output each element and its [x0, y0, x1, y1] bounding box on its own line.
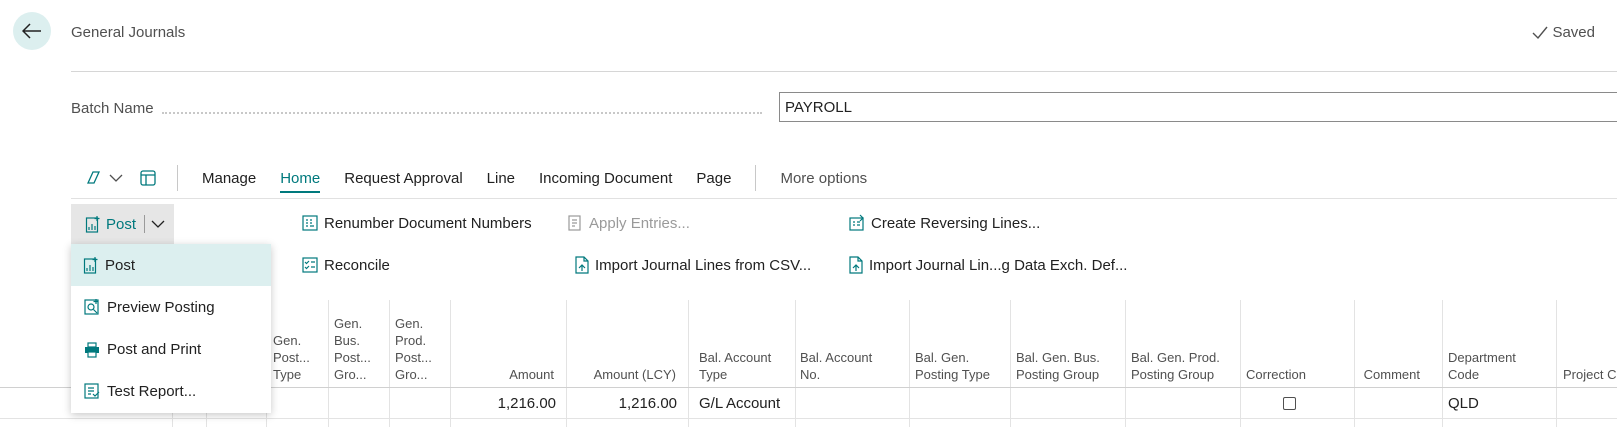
- post-split-button: Post: [71, 204, 174, 244]
- grid-line: [328, 300, 329, 427]
- arrow-left-icon: [22, 23, 41, 39]
- post-menu-toggle[interactable]: [151, 204, 165, 244]
- reconcile-label: Reconcile: [324, 256, 390, 274]
- checklist-icon: [302, 257, 318, 273]
- menu-item-test-report[interactable]: Test Report...: [71, 370, 271, 412]
- grid-line: [1442, 300, 1443, 427]
- column-header-bal-account-no[interactable]: Bal. Account No.: [800, 349, 872, 383]
- chevron-down-icon: [151, 220, 165, 228]
- apply-entries-button[interactable]: Apply Entries...: [566, 214, 690, 232]
- column-header-bal-gen-prod-posting-group[interactable]: Bal. Gen. Prod. Posting Group: [1131, 349, 1220, 383]
- cell-amount[interactable]: 1,216.00: [456, 395, 556, 412]
- menu-item-preview-posting[interactable]: Preview Posting: [71, 286, 271, 328]
- column-header-bal-gen-posting-type[interactable]: Bal. Gen. Posting Type: [915, 349, 990, 383]
- menu-page[interactable]: Page: [684, 170, 743, 187]
- apply-entries-icon: [568, 215, 581, 231]
- column-header-correction[interactable]: Correction: [1246, 366, 1306, 383]
- grid-line: [1125, 300, 1126, 427]
- column-header-bal-account-type[interactable]: Bal. Account Type: [699, 349, 771, 383]
- cell-department-code[interactable]: QLD: [1448, 395, 1479, 412]
- test-report-icon: [84, 383, 100, 399]
- import-file-icon: [575, 256, 589, 274]
- grid-line: [688, 300, 689, 427]
- copilot-menu-button[interactable]: [71, 160, 131, 196]
- import-data-exch-label: Import Journal Lin...g Data Exch. Def...: [869, 256, 1128, 274]
- print-icon: [85, 342, 99, 358]
- column-header-department-code[interactable]: Department Code: [1448, 349, 1516, 383]
- reversing-lines-icon: [849, 214, 864, 231]
- column-header-comment[interactable]: Comment: [1360, 366, 1420, 383]
- cell-bal-account-type[interactable]: G/L Account: [699, 395, 780, 412]
- grid-line: [566, 300, 567, 427]
- import-journal-lines-data-exch-button[interactable]: Import Journal Lin...g Data Exch. Def...: [848, 256, 1127, 274]
- reconcile-button[interactable]: Reconcile: [301, 256, 390, 274]
- grid-line: [389, 300, 390, 427]
- column-header-amount-lcy[interactable]: Amount (LCY): [572, 366, 676, 383]
- menu-line[interactable]: Line: [475, 170, 527, 187]
- column-header-gen-posting-type[interactable]: Gen. Post... Type: [273, 332, 310, 383]
- action-bar: Manage Home Request Approval Line Incomi…: [71, 160, 1617, 196]
- layout-icon: [140, 170, 156, 186]
- renumber-label: Renumber Document Numbers: [324, 214, 532, 232]
- post-button-label: Post: [106, 215, 137, 233]
- preview-icon: [84, 299, 99, 315]
- menu-home[interactable]: Home: [268, 170, 332, 193]
- batch-name-label: Batch Name: [71, 100, 154, 117]
- menu-item-post[interactable]: Post: [71, 244, 271, 286]
- import-file-icon: [849, 256, 863, 274]
- menu-request-approval[interactable]: Request Approval: [332, 170, 474, 187]
- create-reversing-lines-button[interactable]: Create Reversing Lines...: [848, 214, 1040, 232]
- grid-line: [909, 300, 910, 427]
- post-dropdown-menu: Post Preview Posting Post and Print Test…: [71, 244, 271, 413]
- grid-line: [450, 300, 451, 427]
- action-bar-divider: [71, 198, 1617, 199]
- grid-line: [1556, 300, 1557, 427]
- post-button[interactable]: Post: [71, 204, 136, 244]
- grid-line: [1354, 300, 1355, 427]
- grid-line: [1240, 300, 1241, 427]
- saved-label: Saved: [1552, 24, 1595, 41]
- post-icon: [85, 216, 100, 233]
- column-header-amount[interactable]: Amount: [456, 366, 554, 383]
- back-button[interactable]: [13, 12, 51, 50]
- renumber-icon: [302, 215, 318, 231]
- header-divider: [71, 71, 1617, 72]
- column-header-bal-gen-bus-posting-group[interactable]: Bal. Gen. Bus. Posting Group: [1016, 349, 1100, 383]
- cell-amount-lcy[interactable]: 1,216.00: [572, 395, 677, 412]
- column-header-gen-bus-posting-group[interactable]: Gen. Bus. Post... Gro...: [334, 315, 371, 383]
- batch-name-value: PAYROLL: [785, 98, 852, 116]
- page-title: General Journals: [71, 24, 186, 41]
- column-header-gen-prod-posting-group[interactable]: Gen. Prod. Post... Gro...: [395, 315, 432, 383]
- menu-item-post-and-print[interactable]: Post and Print: [71, 328, 271, 370]
- create-reversing-lines-label: Create Reversing Lines...: [871, 214, 1041, 232]
- import-journal-lines-csv-button[interactable]: Import Journal Lines from CSV...: [574, 256, 811, 274]
- grid-line: [1010, 300, 1011, 427]
- renumber-document-numbers-button[interactable]: Renumber Document Numbers: [301, 214, 532, 232]
- menu-manage[interactable]: Manage: [190, 170, 268, 187]
- grid-row-divider: [0, 418, 1617, 419]
- apply-entries-label: Apply Entries...: [589, 214, 690, 232]
- split-divider: [144, 215, 146, 233]
- batch-name-field[interactable]: PAYROLL: [779, 92, 1617, 122]
- field-leader-dots: [162, 100, 762, 114]
- grid-line: [795, 300, 796, 427]
- post-icon: [83, 257, 98, 274]
- more-options-button[interactable]: More options: [768, 170, 879, 187]
- chevron-down-icon: [109, 174, 123, 182]
- copilot-icon: [86, 171, 101, 184]
- column-header-project-code[interactable]: Project C: [1563, 366, 1616, 383]
- correction-checkbox[interactable]: [1283, 397, 1296, 410]
- checkmark-icon: [1532, 26, 1548, 39]
- import-csv-label: Import Journal Lines from CSV...: [595, 256, 812, 274]
- saved-indicator: Saved: [1532, 24, 1595, 41]
- personalize-button[interactable]: [131, 160, 165, 196]
- toolbar-separator: [177, 165, 178, 191]
- toolbar-separator: [755, 165, 757, 191]
- menu-incoming-document[interactable]: Incoming Document: [527, 170, 684, 187]
